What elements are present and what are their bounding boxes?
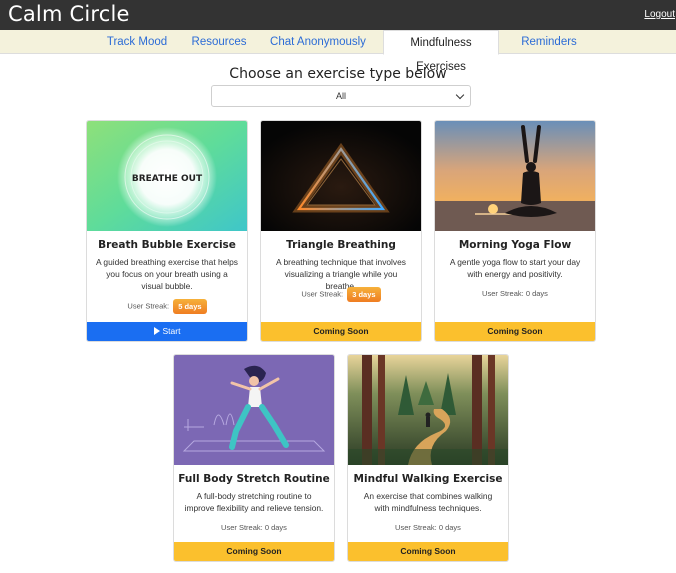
streak-value: 0 days — [525, 289, 548, 298]
tab-mindfulness-exercises[interactable]: Mindfulness Exercises — [383, 30, 499, 73]
user-streak: User Streak: 0 days — [174, 523, 334, 532]
exercise-card-morning-yoga: Morning Yoga Flow A gentle yoga flow to … — [434, 120, 596, 342]
exercise-card-breath-bubble: BREATHE OUT Breath Bubble Exercise A gui… — [86, 120, 248, 342]
coming-soon-button[interactable]: Coming Soon — [174, 542, 334, 561]
card-description: A gentle yoga flow to start your day wit… — [449, 257, 581, 279]
card-description: An exercise that combines walking with m… — [363, 491, 493, 513]
streak-label: User Streak: — [221, 523, 263, 532]
exercise-card-full-body-stretch: Full Body Stretch Routine A full-body st… — [173, 354, 335, 562]
streak-label: User Streak: — [395, 523, 437, 532]
select-value: All — [335, 91, 346, 101]
streak-label: User Streak: — [482, 289, 524, 298]
card-description: A full-body stretching routine to improv… — [184, 491, 324, 513]
nav-tabs: Track Mood Resources Chat Anonymously Mi… — [0, 30, 676, 73]
card-title: Mindful Walking Exercise — [353, 473, 503, 485]
chevron-down-icon — [455, 90, 465, 100]
card-title: Morning Yoga Flow — [458, 239, 572, 251]
stretch-routine-image — [174, 355, 334, 465]
triangle-breathing-image — [261, 121, 421, 231]
tab-track-mood[interactable]: Track Mood — [98, 30, 176, 54]
card-title: Breath Bubble Exercise — [98, 239, 236, 251]
user-streak: User Streak: 0 days — [348, 523, 508, 532]
exercise-card-triangle-breathing: Triangle Breathing A breathing technique… — [260, 120, 422, 342]
morning-yoga-image — [435, 121, 595, 231]
card-title: Full Body Stretch Routine — [178, 473, 330, 485]
exercise-card-mindful-walking: Mindful Walking Exercise An exercise tha… — [347, 354, 509, 562]
coming-soon-button[interactable]: Coming Soon — [348, 542, 508, 561]
breath-bubble-image: BREATHE OUT — [87, 121, 247, 231]
tab-reminders[interactable]: Reminders — [509, 30, 589, 54]
mindful-walking-image — [348, 355, 508, 465]
tab-resources[interactable]: Resources — [186, 30, 252, 54]
user-streak: User Streak: 5 days — [87, 299, 247, 314]
streak-value: 0 days — [264, 523, 287, 532]
start-label: Start — [162, 326, 181, 336]
top-bar: Calm Circle Logout — [0, 0, 676, 30]
play-icon — [153, 327, 160, 335]
exercise-type-select[interactable]: All — [211, 85, 471, 107]
brand-title: Calm Circle — [8, 2, 130, 26]
start-button[interactable]: Start — [87, 322, 247, 341]
streak-label: User Streak: — [301, 289, 344, 299]
streak-badge: 5 days — [173, 299, 207, 314]
card-description: A guided breathing exercise that helps y… — [95, 257, 238, 291]
logout-link[interactable]: Logout — [644, 9, 675, 20]
user-streak: User Streak: 3 days — [261, 287, 421, 302]
streak-value: 0 days — [438, 523, 461, 532]
coming-soon-button[interactable]: Coming Soon — [435, 322, 595, 341]
streak-label: User Streak: — [127, 301, 170, 311]
page-title: Choose an exercise type below — [229, 66, 447, 82]
streak-badge: 3 days — [347, 287, 381, 302]
card-title: Triangle Breathing — [286, 239, 396, 251]
coming-soon-button[interactable]: Coming Soon — [261, 322, 421, 341]
user-streak: User Streak: 0 days — [435, 289, 595, 298]
tab-chat-anonymously[interactable]: Chat Anonymously — [262, 30, 374, 54]
breath-bubble-image-text: BREATHE OUT — [132, 174, 203, 184]
